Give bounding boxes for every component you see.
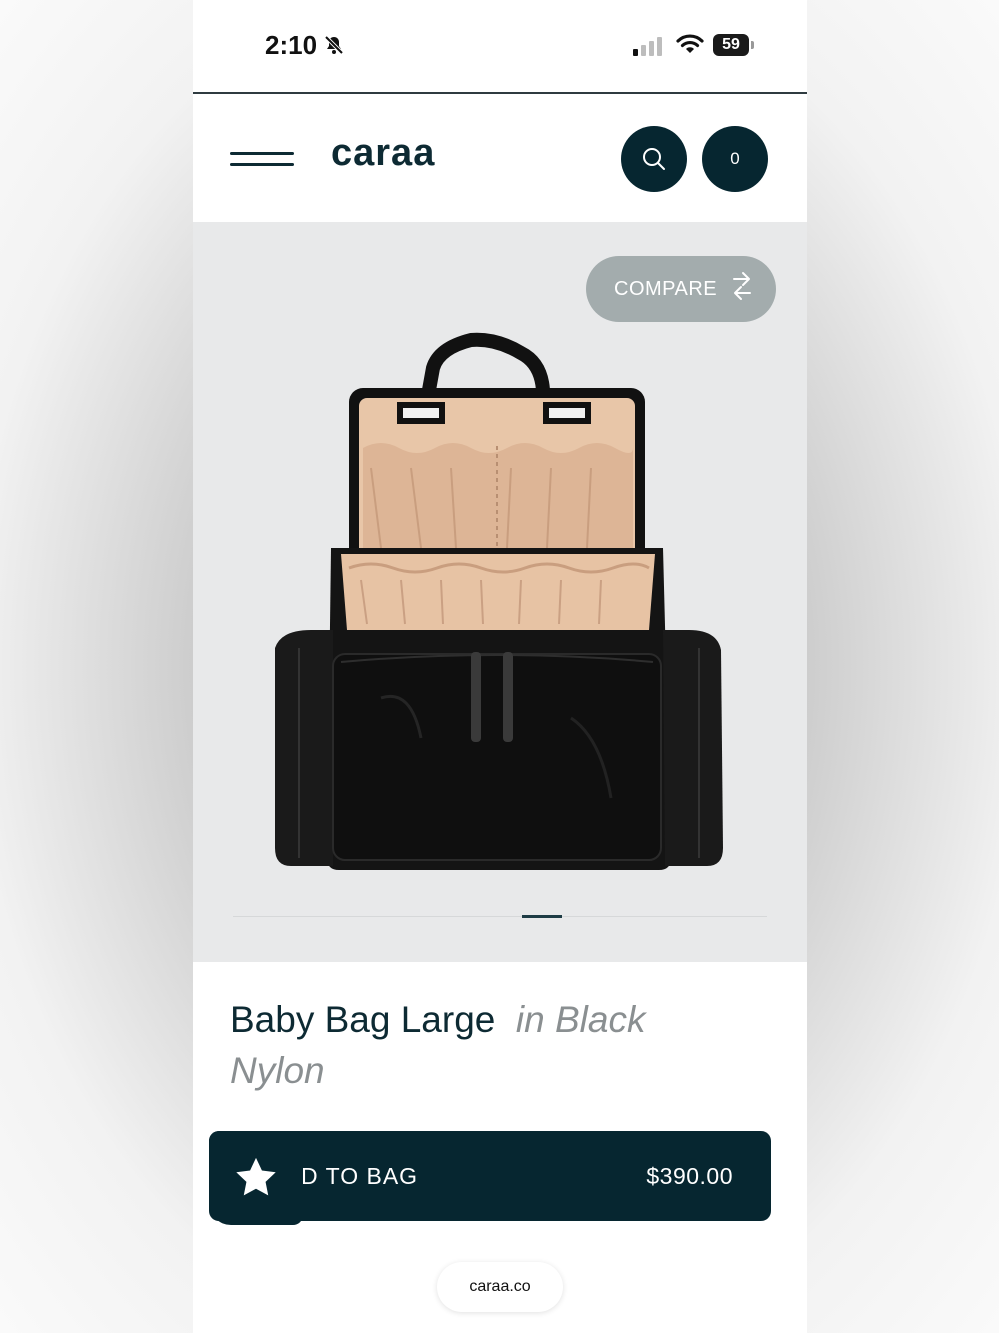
site-header: caraa 0 <box>193 94 807 222</box>
star-icon <box>236 1157 276 1196</box>
favorite-button[interactable] <box>209 1131 303 1225</box>
compare-label: COMPARE <box>614 277 718 300</box>
product-gallery[interactable]: COMPARE <box>193 222 807 962</box>
status-bar: 2:10 59 <box>193 0 807 92</box>
phone-screen: 2:10 59 caraa 0 COMPARE Baby Bag Large i… <box>193 0 807 1333</box>
product-title: Baby Bag Large in Black Nylon <box>230 994 750 1096</box>
product-price: $390.00 <box>646 1163 733 1189</box>
add-to-bag-label: D TO BAG <box>301 1163 419 1189</box>
cart-button[interactable]: 0 <box>702 126 768 192</box>
search-icon <box>643 148 665 170</box>
compare-button[interactable]: COMPARE <box>586 256 776 322</box>
bell-slash-icon <box>323 34 345 61</box>
battery-icon: 59 <box>713 34 754 56</box>
status-time: 2:10 <box>265 30 318 60</box>
menu-icon[interactable] <box>230 152 294 168</box>
gallery-pager-track <box>233 916 767 917</box>
browser-url-pill[interactable]: caraa.co <box>437 1262 563 1312</box>
brand-logo[interactable]: caraa <box>331 132 435 175</box>
wifi-icon <box>676 32 704 61</box>
search-button[interactable] <box>621 126 687 192</box>
compare-arrows-icon <box>731 270 753 308</box>
gallery-pager-indicator[interactable] <box>522 915 562 918</box>
signal-icon <box>633 36 663 61</box>
product-name: Baby Bag Large <box>230 999 496 1040</box>
product-image <box>275 332 723 870</box>
